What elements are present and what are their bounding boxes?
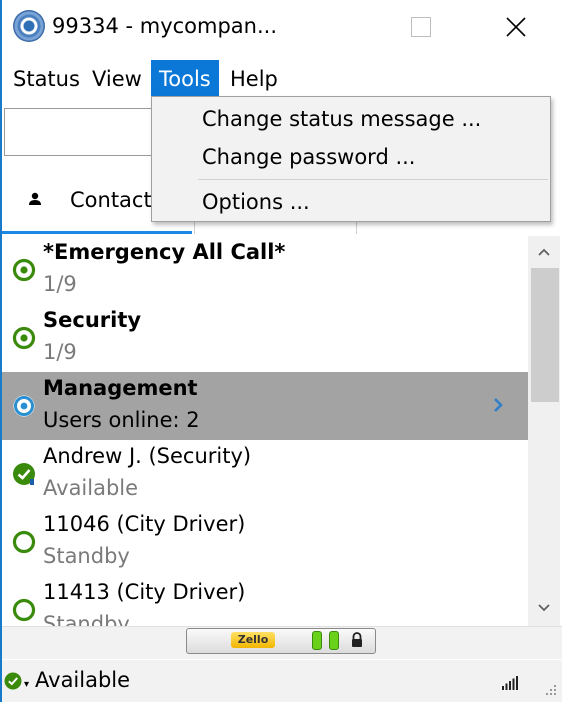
- standby-ring-icon: [12, 598, 36, 622]
- app-icon[interactable]: [13, 10, 45, 42]
- chevron-right-icon[interactable]: [488, 392, 508, 418]
- contact-row-security[interactable]: Security 1/9: [2, 304, 528, 372]
- menu-item-change-password[interactable]: Change password ...: [202, 145, 415, 169]
- maximize-button[interactable]: [411, 17, 431, 37]
- contact-row-11413[interactable]: 11413 (City Driver) Standby: [2, 576, 528, 626]
- contact-status-text: Available: [43, 476, 139, 500]
- tab-contacts-label: Contact: [70, 188, 152, 212]
- contact-status-text: 1/9: [43, 272, 77, 296]
- contact-status-text: 1/9: [43, 340, 77, 364]
- contact-name: Management: [43, 376, 198, 400]
- scrollbar-thumb[interactable]: [531, 268, 559, 402]
- contact-name: Andrew J. (Security): [43, 444, 252, 468]
- channel-online-icon: [12, 326, 36, 350]
- resize-grip-icon[interactable]: [543, 682, 557, 696]
- window-title: 99334 - mycompan...: [52, 14, 278, 38]
- contact-name: *Emergency All Call*: [43, 240, 286, 264]
- menu-item-options[interactable]: Options ...: [202, 190, 310, 214]
- contact-name: 11413 (City Driver): [43, 580, 246, 604]
- lock-icon[interactable]: [350, 632, 364, 648]
- contact-row-11046[interactable]: 11046 (City Driver) Standby: [2, 508, 528, 576]
- contact-status-text: Standby: [43, 544, 130, 568]
- contact-status-text: Users online: 2: [43, 408, 200, 432]
- status-dropdown-caret-icon[interactable]: ▾: [24, 679, 29, 690]
- zello-logo: Zello: [231, 632, 275, 648]
- menu-status[interactable]: Status: [5, 60, 88, 96]
- scroll-down-arrow-icon[interactable]: [528, 592, 560, 624]
- menu-bar: Status View Tools Help: [2, 60, 562, 96]
- scroll-up-arrow-icon[interactable]: [528, 236, 560, 268]
- signal-strength-icon: [502, 676, 518, 690]
- standby-ring-icon: [12, 530, 36, 554]
- menu-help[interactable]: Help: [222, 60, 286, 96]
- status-text[interactable]: Available: [35, 668, 130, 692]
- contact-name: Security: [43, 308, 142, 332]
- available-status-icon[interactable]: [4, 672, 22, 690]
- contact-row-andrew-j[interactable]: Andrew J. (Security) Available: [2, 440, 528, 508]
- contact-row-emergency-all-call[interactable]: *Emergency All Call* 1/9: [2, 236, 528, 304]
- signal-indicator: [312, 631, 322, 650]
- menu-view[interactable]: View: [84, 60, 150, 96]
- menu-tools[interactable]: Tools: [151, 60, 219, 96]
- menu-separator: [198, 179, 548, 180]
- available-check-icon: [13, 463, 35, 485]
- contact-name: 11046 (City Driver): [43, 512, 246, 536]
- channel-selected-icon: [13, 395, 35, 417]
- user-icon: [29, 192, 41, 205]
- contact-row-management[interactable]: Management Users online: 2: [2, 372, 528, 440]
- close-icon: [506, 17, 526, 37]
- contacts-list[interactable]: *Emergency All Call* 1/9 Security 1/9 Ma…: [2, 236, 528, 626]
- close-button[interactable]: [498, 10, 534, 44]
- tools-dropdown-menu: Change status message ... Change passwor…: [151, 96, 551, 222]
- menu-item-change-status-message[interactable]: Change status message ...: [202, 107, 481, 131]
- contact-status-text: Standby: [43, 612, 130, 626]
- push-to-talk-button[interactable]: [186, 628, 376, 654]
- signal-indicator: [329, 631, 339, 650]
- channel-online-icon: [12, 258, 36, 282]
